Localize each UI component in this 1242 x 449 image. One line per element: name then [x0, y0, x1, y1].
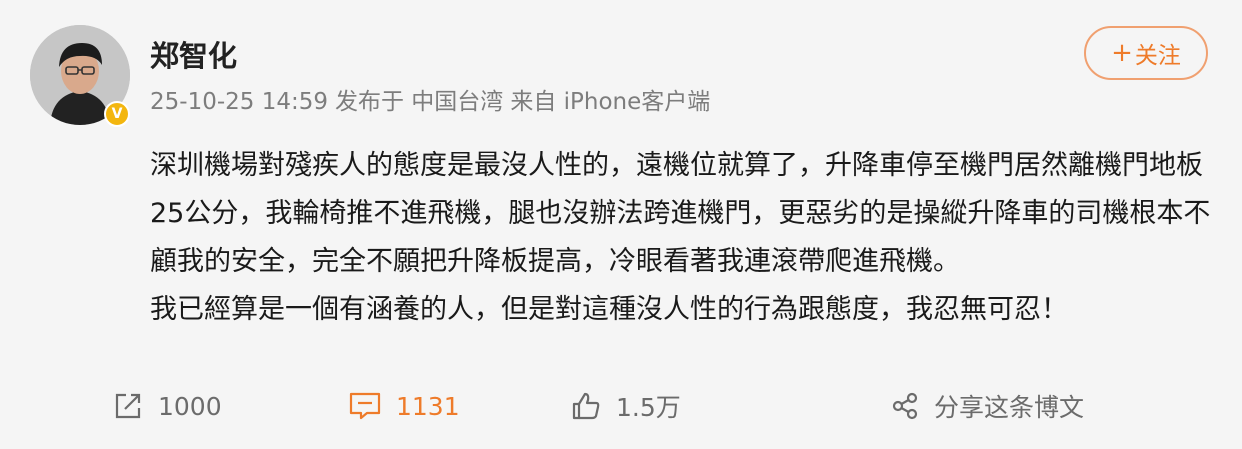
- content-paragraph: 我已經算是一個有涵養的人，但是對這種沒人性的行為跟態度，我忍無可忍！: [150, 294, 1068, 325]
- follow-button[interactable]: + 关注: [1084, 26, 1208, 80]
- post-meta: 25-10-25 14:59 发布于 中国台湾 来自 iPhone客户端: [150, 87, 717, 117]
- timestamp[interactable]: 25-10-25 14:59: [150, 89, 328, 115]
- follow-label: 关注: [1134, 43, 1181, 69]
- plus-icon: +: [1111, 38, 1133, 68]
- like-button[interactable]: 1.5万: [570, 380, 681, 432]
- share-label: 分享这条博文: [934, 393, 1085, 422]
- action-bar: 1000 1131 1.5万 分享这条博文: [0, 380, 1242, 432]
- like-icon: [572, 392, 600, 420]
- content-paragraph: 深圳機場對殘疾人的態度是最沒人性的，遠機位就算了，升降車停至機門居然離機門地板2…: [150, 150, 1211, 277]
- client-source: 来自 iPhone客户端: [510, 89, 711, 115]
- comment-count: 1131: [396, 391, 460, 421]
- repost-button[interactable]: 1000: [112, 380, 222, 432]
- share-button[interactable]: 分享这条博文: [890, 380, 1084, 432]
- repost-icon: [115, 393, 141, 419]
- verified-badge-icon: V: [104, 101, 130, 127]
- like-count: 1.5万: [616, 393, 681, 422]
- weibo-post: V 郑智化 25-10-25 14:59 发布于 中国台湾 来自 iPhone客户端…: [0, 0, 1242, 449]
- comment-icon: [349, 392, 381, 420]
- comment-button[interactable]: 1131: [348, 380, 460, 432]
- share-icon: [892, 392, 918, 420]
- author-name[interactable]: 郑智化: [150, 38, 237, 74]
- repost-count: 1000: [158, 391, 222, 421]
- location: 发布于 中国台湾: [335, 89, 504, 115]
- post-content: 深圳機場對殘疾人的態度是最沒人性的，遠機位就算了，升降車停至機門居然離機門地板2…: [150, 142, 1220, 334]
